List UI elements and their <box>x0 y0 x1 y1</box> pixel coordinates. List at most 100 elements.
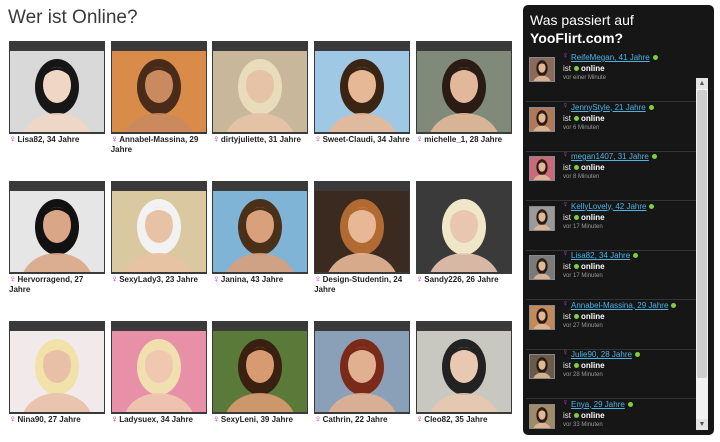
profile-card[interactable]: ♀dirtyjuliette, 31 Jahre <box>212 41 309 145</box>
feed-profile-name[interactable]: JennyStyle, 21 Jahre <box>571 103 646 112</box>
feed-avatar[interactable] <box>529 205 555 231</box>
feed-profile-name[interactable]: Julie90, 28 Jahre <box>571 350 632 359</box>
profile-caption[interactable]: ♀dirtyjuliette, 31 Jahre <box>212 135 308 145</box>
profile-card[interactable]: ♀michelle_1, 28 Jahre <box>415 41 512 145</box>
profile-photo[interactable] <box>10 51 104 132</box>
profile-photo-frame[interactable] <box>212 321 309 414</box>
profile-photo-frame[interactable] <box>9 181 105 274</box>
profile-photo[interactable] <box>416 331 511 412</box>
profile-name-age[interactable]: Cleo82, 35 Jahre <box>424 415 487 424</box>
profile-card[interactable]: ♀Sweet-Claudi, 34 Jahre <box>314 41 411 145</box>
feed-avatar[interactable] <box>529 57 555 82</box>
profile-photo-frame[interactable] <box>314 321 411 414</box>
feed-avatar[interactable] <box>529 106 555 132</box>
feed-profile-name[interactable]: Lisa82, 34 Jahre <box>571 251 630 260</box>
profile-caption[interactable]: ♀SexyLady3, 23 Jahre <box>111 275 207 285</box>
profile-photo[interactable] <box>111 331 206 412</box>
feed-profile-name[interactable]: Annabel-Massina, 29 Jahre <box>571 301 668 310</box>
profile-photo-frame[interactable] <box>9 41 105 134</box>
profile-card[interactable]: ♀Hervorragend, 27 Jahre <box>9 181 105 295</box>
feed-profile-link[interactable]: KellyLovely, 42 Jahre <box>571 202 655 211</box>
profile-photo-frame[interactable] <box>110 321 207 414</box>
profile-photo-frame[interactable] <box>9 321 105 414</box>
feed-profile-link[interactable]: Annabel-Massina, 29 Jahre <box>571 301 677 310</box>
profile-photo-frame[interactable] <box>212 181 309 274</box>
profile-caption[interactable]: ♀SexyLeni, 39 Jahre <box>212 415 308 425</box>
profile-name-age[interactable]: Lisa82, 34 Jahre <box>18 135 80 144</box>
profile-photo[interactable] <box>416 191 511 272</box>
profile-photo-frame[interactable] <box>314 41 411 134</box>
feed-profile-link[interactable]: JennyStyle, 21 Jahre <box>571 103 654 112</box>
profile-photo-frame[interactable] <box>212 41 309 134</box>
profile-name-age[interactable]: Design-Studentin, 24 Jahre <box>314 275 402 294</box>
profile-photo[interactable] <box>213 331 308 412</box>
profile-photo[interactable] <box>213 191 308 272</box>
profile-caption[interactable]: ♀Sandy226, 26 Jahre <box>416 275 512 285</box>
profile-caption[interactable]: ♀Sweet-Claudi, 34 Jahre <box>314 135 410 145</box>
feed-profile-name[interactable]: Enya, 29 Jahre <box>571 400 625 409</box>
profile-name-age[interactable]: Ladysuex, 34 Jahre <box>119 415 193 424</box>
feed-scrollbar[interactable]: ▲ ▼ <box>696 78 708 430</box>
scroll-thumb[interactable] <box>697 90 707 378</box>
profile-card[interactable]: ♀Lisa82, 34 Jahre <box>9 41 105 145</box>
profile-card[interactable]: ♀SexyLady3, 23 Jahre <box>110 181 207 285</box>
profile-caption[interactable]: ♀Lisa82, 34 Jahre <box>9 135 105 145</box>
profile-name-age[interactable]: dirtyjuliette, 31 Jahre <box>221 135 301 144</box>
profile-name-age[interactable]: Annabel-Massina, 29 Jahre <box>111 135 199 154</box>
profile-card[interactable]: ♀Cleo82, 35 Jahre <box>415 321 512 425</box>
profile-caption[interactable]: ♀Cleo82, 35 Jahre <box>416 415 512 425</box>
profile-card[interactable]: ♀Janina, 43 Jahre <box>212 181 309 285</box>
scroll-up-arrow-icon[interactable]: ▲ <box>696 78 708 89</box>
profile-photo-frame[interactable] <box>110 41 207 134</box>
profile-photo-frame[interactable] <box>314 181 411 274</box>
profile-photo-frame[interactable] <box>415 321 512 414</box>
profile-caption[interactable]: ♀Cathrin, 22 Jahre <box>314 415 410 425</box>
profile-card[interactable]: ♀SexyLeni, 39 Jahre <box>212 321 309 425</box>
profile-caption[interactable]: ♀Janina, 43 Jahre <box>212 275 308 285</box>
profile-caption[interactable]: ♀Nina90, 27 Jahre <box>9 415 105 425</box>
profile-photo[interactable] <box>10 331 104 412</box>
feed-profile-name[interactable]: ReifeMegan, 41 Jahre <box>571 53 650 62</box>
profile-photo[interactable] <box>416 51 511 132</box>
profile-name-age[interactable]: SexyLeni, 39 Jahre <box>221 415 293 424</box>
profile-name-age[interactable]: michelle_1, 28 Jahre <box>424 135 502 144</box>
profile-name-age[interactable]: SexyLady3, 23 Jahre <box>119 275 198 284</box>
feed-profile-link[interactable]: Lisa82, 34 Jahre <box>571 251 639 260</box>
profile-photo[interactable] <box>315 51 410 132</box>
profile-name-age[interactable]: Nina90, 27 Jahre <box>18 415 81 424</box>
feed-avatar[interactable] <box>529 354 555 379</box>
feed-profile-link[interactable]: megan1407, 31 Jahre <box>571 152 657 161</box>
feed-profile-link[interactable]: Enya, 29 Jahre <box>571 400 633 409</box>
profile-card[interactable]: ♀Sandy226, 26 Jahre <box>415 181 512 285</box>
profile-name-age[interactable]: Sandy226, 26 Jahre <box>424 275 498 284</box>
profile-caption[interactable]: ♀Annabel-Massina, 29 Jahre <box>111 135 207 155</box>
scroll-down-arrow-icon[interactable]: ▼ <box>696 419 708 430</box>
feed-avatar[interactable] <box>529 156 555 181</box>
profile-caption[interactable]: ♀michelle_1, 28 Jahre <box>416 135 512 145</box>
profile-photo[interactable] <box>315 191 410 272</box>
profile-caption[interactable]: ♀Hervorragend, 27 Jahre <box>9 275 105 295</box>
profile-photo-frame[interactable] <box>415 181 512 274</box>
profile-photo[interactable] <box>111 191 206 272</box>
profile-name-age[interactable]: Hervorragend, 27 Jahre <box>9 275 83 294</box>
feed-avatar[interactable] <box>529 304 555 330</box>
profile-photo-frame[interactable] <box>415 41 512 134</box>
profile-name-age[interactable]: Janina, 43 Jahre <box>221 275 283 284</box>
profile-photo[interactable] <box>111 51 206 132</box>
profile-card[interactable]: ♀Ladysuex, 34 Jahre <box>110 321 207 425</box>
profile-photo[interactable] <box>315 331 410 412</box>
profile-card[interactable]: ♀Nina90, 27 Jahre <box>9 321 105 425</box>
feed-avatar[interactable] <box>529 403 555 429</box>
profile-caption[interactable]: ♀Design-Studentin, 24 Jahre <box>314 275 410 295</box>
feed-profile-name[interactable]: KellyLovely, 42 Jahre <box>571 202 646 211</box>
profile-photo[interactable] <box>213 51 308 132</box>
feed-profile-link[interactable]: ReifeMegan, 41 Jahre <box>571 53 658 62</box>
profile-photo-frame[interactable] <box>110 181 207 274</box>
profile-caption[interactable]: ♀Ladysuex, 34 Jahre <box>111 415 207 425</box>
profile-card[interactable]: ♀Cathrin, 22 Jahre <box>314 321 411 425</box>
feed-avatar[interactable] <box>529 255 555 280</box>
profile-photo[interactable] <box>10 191 104 272</box>
profile-card[interactable]: ♀Design-Studentin, 24 Jahre <box>314 181 411 295</box>
profile-name-age[interactable]: Cathrin, 22 Jahre <box>323 415 388 424</box>
feed-profile-link[interactable]: Julie90, 28 Jahre <box>571 350 640 359</box>
